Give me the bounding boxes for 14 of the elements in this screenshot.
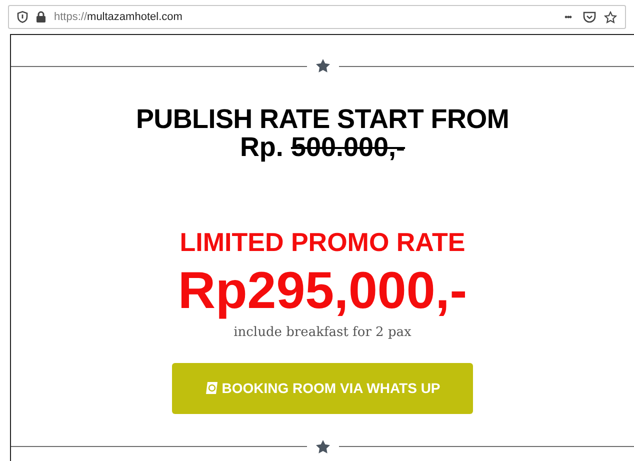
promo-note: include breakfast for 2 pax (234, 324, 412, 342)
publish-title: PUBLISH RATE START FROM (136, 105, 510, 133)
lock-icon (36, 11, 46, 23)
more-menu-button[interactable]: ••• (564, 12, 571, 22)
promo-title: LIMITED PROMO RATE (180, 227, 466, 257)
pocket-icon[interactable] (583, 11, 596, 23)
star-icon (314, 438, 330, 454)
promo-price: Rp295,000,- (178, 263, 468, 319)
url-text: https://multazamhotel.com (54, 12, 182, 22)
shield-icon (17, 11, 28, 23)
address-bar[interactable]: https://multazamhotel.com ••• (8, 5, 626, 29)
bookmark-star-icon[interactable] (604, 10, 617, 24)
publish-price: Rp. 500.000,- (240, 133, 406, 161)
star-icon (314, 58, 330, 74)
